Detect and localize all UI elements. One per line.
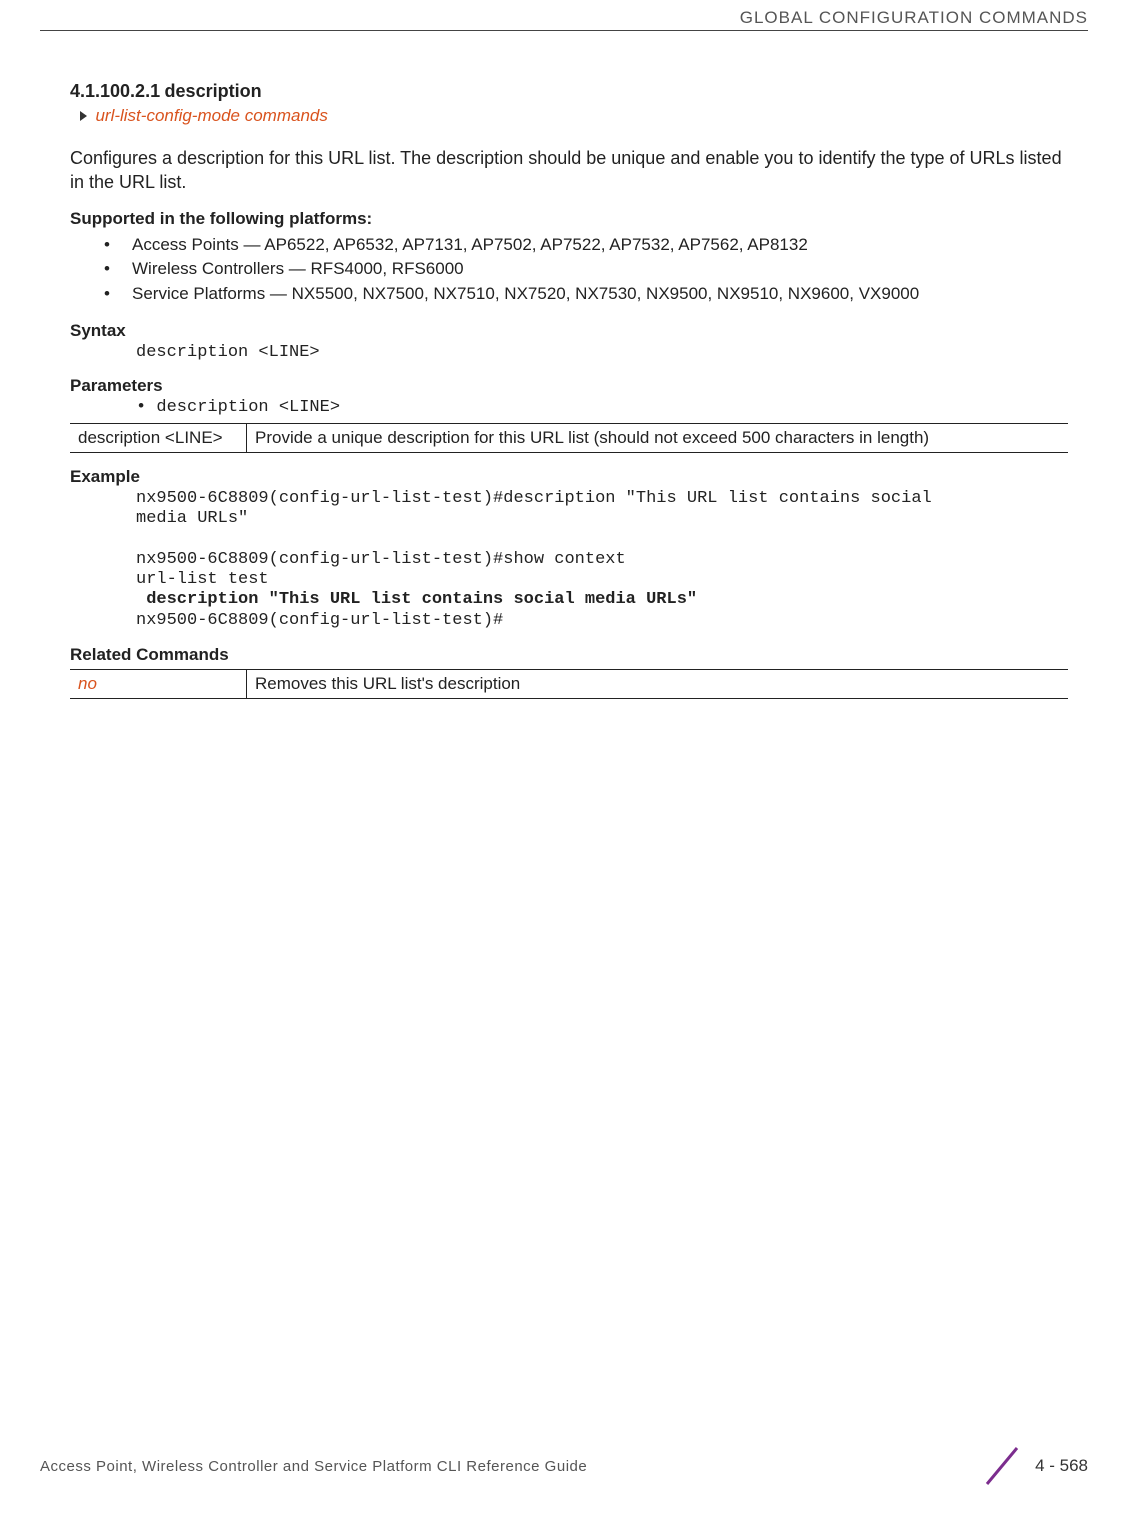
breadcrumb: url-list-config-mode commands	[80, 106, 1068, 126]
related-cmd-link[interactable]: no	[78, 674, 97, 693]
supported-heading: Supported in the following platforms:	[70, 209, 1068, 229]
running-header: GLOBAL CONFIGURATION COMMANDS	[0, 0, 1128, 30]
related-heading: Related Commands	[70, 645, 1068, 665]
intro-paragraph: Configures a description for this URL li…	[70, 146, 1068, 195]
running-header-text: GLOBAL CONFIGURATION COMMANDS	[740, 8, 1088, 27]
table-row: no Removes this URL list's description	[70, 670, 1068, 699]
parameters-bullet: • description <LINE>	[136, 398, 1068, 417]
breadcrumb-link[interactable]: url-list-config-mode commands	[95, 106, 327, 125]
related-cmd-cell[interactable]: no	[70, 670, 247, 699]
example-line: media URLs"	[136, 509, 248, 528]
section-title: description	[165, 81, 262, 101]
footer-page-number: 4 - 568	[1035, 1456, 1088, 1476]
page-footer: Access Point, Wireless Controller and Se…	[0, 1446, 1128, 1486]
parameters-table: description <LINE> Provide a unique desc…	[70, 423, 1068, 453]
footer-title: Access Point, Wireless Controller and Se…	[40, 1458, 587, 1475]
related-desc-cell: Removes this URL list's description	[247, 670, 1069, 699]
example-heading: Example	[70, 467, 1068, 487]
parameters-heading: Parameters	[70, 376, 1068, 396]
example-line: nx9500-6C8809(config-url-list-test)#	[136, 611, 503, 630]
section-heading: 4.1.100.2.1 description	[70, 81, 1068, 102]
example-line: url-list test	[136, 570, 269, 589]
list-item: Wireless Controllers — RFS4000, RFS6000	[104, 257, 1068, 282]
list-item: Access Points — AP6522, AP6532, AP7131, …	[104, 233, 1068, 258]
breadcrumb-arrow-icon	[80, 111, 87, 121]
param-name-cell: description <LINE>	[70, 423, 247, 452]
section-number: 4.1.100.2.1	[70, 81, 160, 101]
syntax-text: description <LINE>	[136, 343, 1068, 362]
syntax-heading: Syntax	[70, 321, 1068, 341]
example-block: nx9500-6C8809(config-url-list-test)# desc…	[136, 489, 1068, 632]
param-desc-cell: Provide a unique description for this UR…	[247, 423, 1069, 452]
footer-slash-icon	[977, 1446, 1027, 1486]
example-line-bold: description "This URL list contains soci…	[136, 590, 697, 609]
page-content: 4.1.100.2.1 description url-list-config-…	[0, 31, 1128, 699]
example-line: nx9500-6C8809(config-url-list-test)#show…	[136, 550, 626, 569]
table-row: description <LINE> Provide a unique desc…	[70, 423, 1068, 452]
list-item: Service Platforms — NX5500, NX7500, NX75…	[104, 282, 1068, 307]
supported-list: Access Points — AP6522, AP6532, AP7131, …	[70, 233, 1068, 307]
example-line: nx9500-6C8809(config-url-list-test)#desc…	[136, 489, 932, 508]
related-commands-table: no Removes this URL list's description	[70, 669, 1068, 699]
